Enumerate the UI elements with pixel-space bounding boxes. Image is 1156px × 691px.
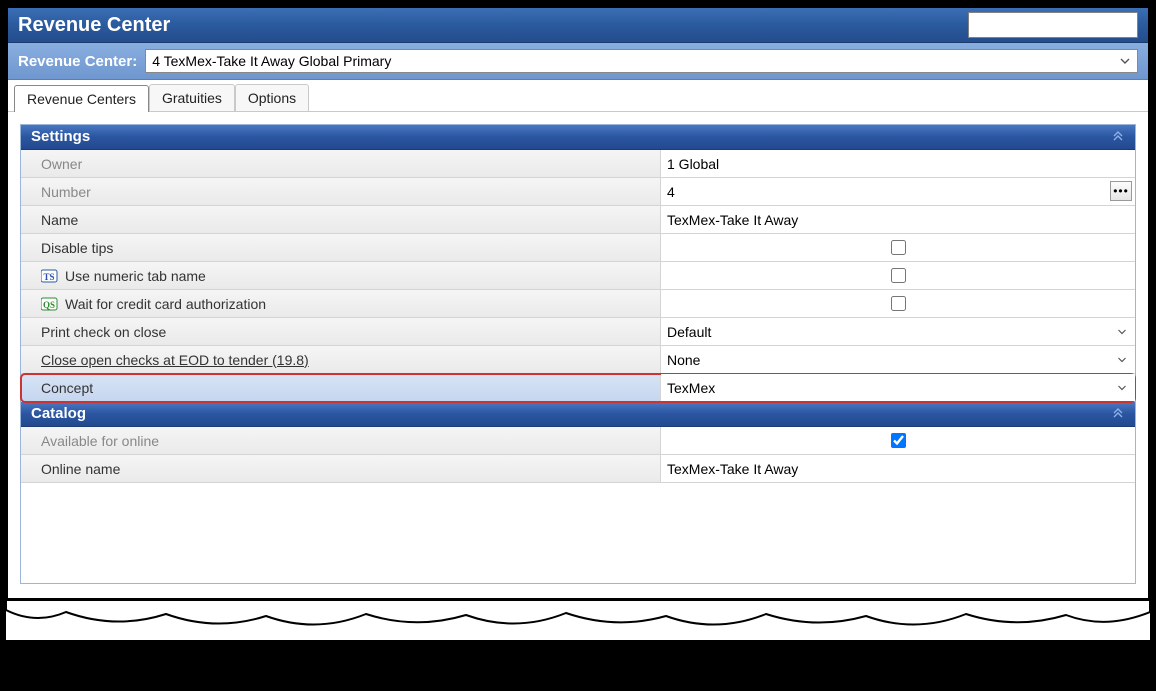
tab-options[interactable]: Options [235,84,309,111]
label-close-eod: Close open checks at EOD to tender (19.8… [21,346,661,373]
label-numeric-tab: TS Use numeric tab name [21,262,661,289]
collapse-icon[interactable] [1111,406,1125,421]
tab-gratuities[interactable]: Gratuities [149,84,235,111]
tabs: Revenue Centers Gratuities Options [8,80,1148,112]
value-name[interactable]: TexMex-Take It Away [661,206,1135,233]
label-owner: Owner [21,150,661,177]
row-close-eod: Close open checks at EOD to tender (19.8… [21,346,1135,374]
row-disable-tips: Disable tips [21,234,1135,262]
row-concept: Concept TexMex [21,374,1135,402]
value-close-eod[interactable]: None [661,346,1135,373]
label-number: Number [21,178,661,205]
value-concept[interactable]: TexMex [661,374,1135,401]
row-avail-online: Available for online [21,427,1135,455]
checkbox-disable-tips[interactable] [891,240,906,255]
svg-text:TS: TS [43,272,54,282]
ellipsis-button[interactable]: ••• [1110,181,1132,201]
section-header-settings[interactable]: Settings [21,125,1135,150]
page-title: Revenue Center [18,14,170,37]
revenue-center-value: 4 TexMex-Take It Away Global Primary [152,53,391,69]
label-avail-online: Available for online [21,427,661,454]
checkbox-wait-cc[interactable] [891,296,906,311]
section-title: Catalog [31,405,86,422]
svg-text:QS: QS [43,300,55,310]
label-online-name: Online name [21,455,661,482]
chevron-down-icon [1117,327,1127,337]
blank-area [21,483,1135,583]
label-print-check: Print check on close [21,318,661,345]
row-owner: Owner 1 Global [21,150,1135,178]
chevron-down-icon [1117,383,1127,393]
section-title: Settings [31,128,90,145]
row-wait-cc: QS Wait for credit card authorization [21,290,1135,318]
row-online-name: Online name TexMex-Take It Away [21,455,1135,483]
collapse-icon[interactable] [1111,129,1125,144]
ts-icon: TS [41,268,59,284]
value-owner: 1 Global [661,150,1135,177]
row-print-check: Print check on close Default [21,318,1135,346]
checkbox-numeric-tab[interactable] [891,268,906,283]
value-numeric-tab[interactable] [661,262,1135,289]
title-bar-search[interactable] [968,12,1138,38]
value-number[interactable]: 4 ••• [661,178,1135,205]
section-header-catalog[interactable]: Catalog [21,402,1135,427]
tab-revenue-centers[interactable]: Revenue Centers [14,85,149,112]
torn-edge-decoration [6,600,1150,640]
chevron-down-icon [1117,355,1127,365]
row-name: Name TexMex-Take It Away [21,206,1135,234]
app-frame: Revenue Center Revenue Center: 4 TexMex-… [6,6,1150,600]
row-number: Number 4 ••• [21,178,1135,206]
value-avail-online[interactable] [661,427,1135,454]
value-print-check[interactable]: Default [661,318,1135,345]
chevron-down-icon [1119,55,1131,67]
label-wait-cc: QS Wait for credit card authorization [21,290,661,317]
properties-panel: Settings Owner 1 Global Number 4 ••• Nam… [20,124,1136,584]
title-bar: Revenue Center [8,8,1148,43]
value-online-name[interactable]: TexMex-Take It Away [661,455,1135,482]
label-disable-tips: Disable tips [21,234,661,261]
checkbox-avail-online[interactable] [891,433,906,448]
label-name: Name [21,206,661,233]
qs-icon: QS [41,296,59,312]
label-concept: Concept [21,374,661,401]
value-disable-tips[interactable] [661,234,1135,261]
revenue-center-dropdown[interactable]: 4 TexMex-Take It Away Global Primary [145,49,1138,73]
row-numeric-tab: TS Use numeric tab name [21,262,1135,290]
value-wait-cc[interactable] [661,290,1135,317]
content-area: Settings Owner 1 Global Number 4 ••• Nam… [8,112,1148,598]
selector-label: Revenue Center: [18,53,137,70]
selector-row: Revenue Center: 4 TexMex-Take It Away Gl… [8,43,1148,80]
